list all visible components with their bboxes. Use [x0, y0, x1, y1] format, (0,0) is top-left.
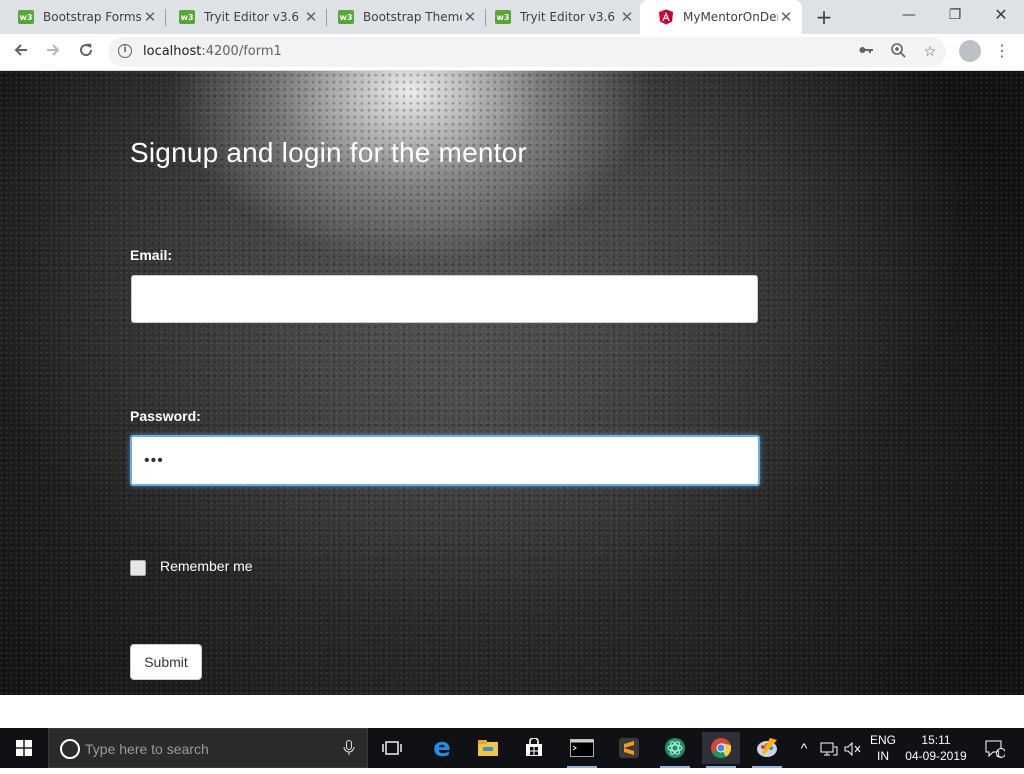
password-label: Password:: [130, 408, 201, 424]
cortana-icon: [60, 739, 80, 759]
microphone-icon[interactable]: [340, 740, 358, 758]
forward-arrow-icon[interactable]: [39, 39, 67, 67]
file-explorer-icon[interactable]: [469, 732, 507, 764]
clock-date: 04-09-2019: [905, 749, 967, 763]
new-tab-button[interactable]: +: [812, 4, 836, 30]
edge-browser-icon[interactable]: e: [423, 732, 461, 764]
atom-editor-icon[interactable]: [656, 732, 694, 768]
store-icon[interactable]: [515, 732, 553, 764]
tab-title: MyMentorOnDem: [683, 10, 778, 24]
taskbar-search-box[interactable]: Type here to search: [48, 728, 368, 768]
star-icon[interactable]: ☆: [920, 42, 940, 62]
more-vert-icon[interactable]: ⋮: [994, 40, 1010, 64]
reload-icon[interactable]: [72, 39, 100, 67]
browser-tab-active[interactable]: MyMentorOnDem ✕: [640, 0, 802, 34]
w3schools-icon: w3: [18, 10, 34, 24]
url-host: localhost: [143, 44, 202, 59]
w3schools-icon: w3: [179, 10, 195, 24]
tab-title: Tryit Editor v3.6: [520, 10, 615, 24]
region-label: IN: [877, 749, 889, 763]
address-bar[interactable]: i localhost:4200/form1 ☆: [108, 37, 946, 67]
password-field[interactable]: •••: [130, 435, 760, 486]
task-view-icon[interactable]: [373, 732, 411, 764]
windows-logo-icon: [16, 740, 32, 756]
tab-title: Bootstrap Theme: [363, 10, 462, 24]
close-tab-icon[interactable]: ✕: [462, 8, 478, 26]
tab-title: Tryit Editor v3.6: [204, 10, 299, 24]
angular-icon: [658, 9, 674, 25]
close-tab-icon[interactable]: ✕: [303, 8, 319, 26]
page-heading: Signup and login for the mentor: [130, 137, 527, 168]
browser-tab[interactable]: w3 Tryit Editor v3.6 ✕: [161, 0, 327, 34]
close-tab-icon[interactable]: ✕: [142, 8, 158, 26]
submit-button[interactable]: Submit: [130, 644, 202, 680]
url-path: :4200/form1: [201, 44, 282, 59]
close-tab-icon[interactable]: ✕: [778, 8, 794, 26]
volume-muted-icon[interactable]: [842, 728, 864, 768]
sublime-text-icon[interactable]: [610, 732, 648, 764]
minimize-icon[interactable]: —: [886, 0, 932, 30]
language-indicator[interactable]: ENG IN: [866, 728, 900, 772]
search-placeholder: Type here to search: [85, 741, 209, 757]
network-icon[interactable]: [818, 728, 840, 768]
page-content: Signup and login for the mentor Email: P…: [0, 71, 1024, 695]
paint-icon[interactable]: [748, 732, 786, 768]
start-button[interactable]: [0, 728, 48, 768]
remember-me-label[interactable]: Remember me: [160, 558, 253, 574]
email-field[interactable]: [131, 275, 758, 323]
back-arrow-icon[interactable]: [7, 39, 35, 67]
close-tab-icon[interactable]: ✕: [619, 8, 635, 26]
zoom-icon[interactable]: [888, 42, 908, 62]
url-text: localhost:4200/form1: [143, 44, 282, 59]
tab-title: Bootstrap Forms: [43, 10, 142, 24]
language-label: ENG: [869, 733, 896, 747]
w3schools-icon: w3: [495, 10, 511, 24]
notification-count: 1: [996, 749, 1002, 759]
w3schools-icon: w3: [338, 10, 354, 24]
clock-time: 15:11: [921, 733, 951, 747]
email-label: Email:: [130, 247, 173, 263]
info-icon[interactable]: i: [118, 44, 132, 58]
remember-me-checkbox[interactable]: [130, 560, 146, 576]
chrome-icon[interactable]: [702, 732, 740, 768]
key-icon[interactable]: [856, 42, 876, 62]
windows-taskbar: Type here to search e ^ ENG IN 15:11 04-…: [0, 728, 1024, 768]
browser-tab[interactable]: w3 Bootstrap Forms ✕: [0, 0, 166, 34]
browser-toolbar: i localhost:4200/form1 ☆ ⋮: [0, 34, 1024, 71]
browser-tab[interactable]: w3 Tryit Editor v3.6 ✕: [477, 0, 643, 34]
profile-avatar-icon[interactable]: [959, 40, 981, 62]
action-center-icon[interactable]: 1: [980, 728, 1010, 768]
browser-tab[interactable]: w3 Bootstrap Theme ✕: [320, 0, 486, 34]
command-prompt-icon[interactable]: [563, 732, 601, 768]
show-hidden-icons-chevron-icon[interactable]: ^: [795, 728, 813, 768]
tab-strip: w3 Bootstrap Forms ✕ w3 Tryit Editor v3.…: [0, 0, 1024, 34]
clock[interactable]: 15:11 04-09-2019: [902, 728, 970, 772]
window-close-icon[interactable]: ✕: [978, 0, 1024, 30]
restore-icon[interactable]: ❐: [932, 0, 978, 30]
